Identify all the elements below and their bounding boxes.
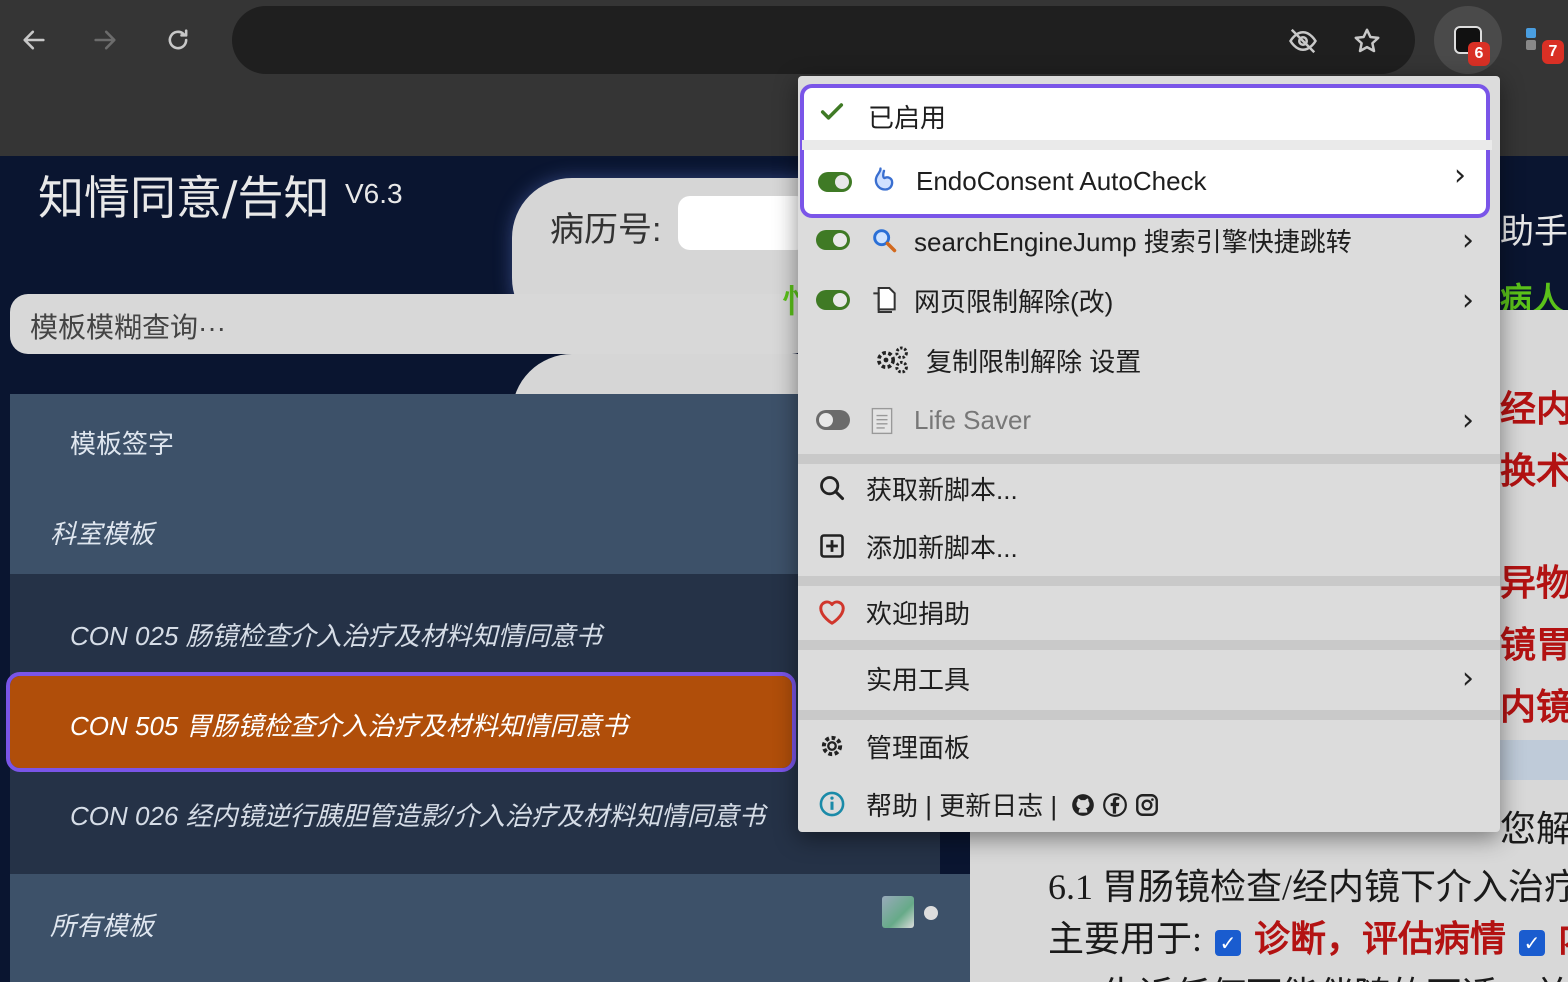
script-name-endoconsent[interactable]: EndoConsent AutoCheck	[916, 166, 1207, 197]
doc-line-main-use: 主要用于: ✓ 诊断，评估病情 ✓ 内	[1048, 910, 1568, 962]
forward-button[interactable]	[85, 20, 125, 60]
all-templates-label: 所有模板	[50, 911, 155, 941]
reload-button[interactable]	[158, 20, 198, 60]
menu-label: 欢迎捐助	[866, 598, 971, 629]
enabled-label[interactable]: 已启用	[868, 98, 946, 135]
menu-script-unlock[interactable]: 网页限制解除(改) ›	[798, 274, 1500, 326]
script-name: searchEngineJump 搜索引擎快捷跳转	[914, 226, 1352, 257]
doc-fragment: 异物才	[1500, 563, 1568, 603]
menu-item-donate[interactable]: 欢迎捐助	[798, 586, 1500, 638]
help-changelog-label[interactable]: 帮助 | 更新日志 |	[866, 786, 1057, 823]
stomach-icon	[870, 164, 902, 196]
doc-fragment: 换术	[1500, 451, 1568, 491]
checkmark-icon	[818, 98, 850, 130]
reload-icon	[168, 29, 188, 50]
menu-label: 实用工具	[866, 664, 971, 695]
highlight-annotation: 已启用 EndoConsent AutoCheck ›	[800, 84, 1492, 218]
menu-divider	[798, 576, 1500, 586]
main-use-tail: 内	[1558, 919, 1568, 959]
chevron-right-icon: ›	[1462, 222, 1474, 258]
menu-label: 添加新脚本...	[866, 532, 1018, 563]
menu-label: 复制限制解除 设置	[926, 346, 1142, 377]
gear-icon	[816, 730, 848, 762]
template-item-label: CON 505 胃肠镜检查介入治疗及材料知情同意书	[70, 711, 628, 741]
menu-script-searchenginejump[interactable]: searchEngineJump 搜索引擎快捷跳转 ›	[798, 214, 1500, 266]
facebook-icon[interactable]	[1102, 792, 1128, 818]
page-title: 知情同意/告知	[38, 171, 330, 225]
copy-document-icon	[866, 282, 902, 318]
template-item-con026[interactable]: CON 026 经内镜逆行胰胆管造影/介入治疗及材料知情同意书	[70, 796, 765, 833]
doc-fragment: 镜胃源	[1500, 625, 1568, 665]
menu-divider	[798, 640, 1500, 650]
star-icon[interactable]	[1350, 24, 1384, 58]
menu-item-copy-unlock-settings[interactable]: 复制限制解除 设置	[798, 334, 1500, 386]
chevron-right-icon: ›	[1462, 402, 1474, 438]
tampermonkey-extension-button[interactable]: 6	[1434, 6, 1502, 74]
github-icon[interactable]	[1070, 792, 1096, 818]
doc-line-6-2: 6.2 告诉任何可能伴随的不适，并	[1048, 966, 1568, 982]
gears-icon	[874, 344, 910, 376]
script-toggle[interactable]	[816, 290, 850, 310]
eye-slash-icon[interactable]	[1286, 24, 1320, 58]
menu-divider	[802, 140, 1492, 150]
chevron-right-icon: ›	[1454, 158, 1466, 193]
script-name: Life Saver	[914, 404, 1032, 435]
arrow-right-icon	[94, 30, 116, 50]
script-toggle[interactable]	[816, 410, 850, 430]
document-icon	[870, 406, 894, 436]
template-search-input[interactable]: 模板模糊查询···	[10, 294, 810, 354]
sidebar-item-template-sign[interactable]: 模板签字	[70, 424, 174, 461]
arrow-left-icon	[23, 30, 45, 50]
menu-label: 管理面板	[866, 732, 971, 763]
info-icon	[816, 788, 848, 820]
search-icon	[816, 472, 848, 504]
magnifier-icon	[868, 224, 900, 256]
doc-fragment: 内镜吸	[1500, 687, 1568, 727]
menu-item-add-new-script[interactable]: 添加新脚本...	[798, 520, 1500, 572]
sidebar-item-dept-templates[interactable]: 科室模板	[50, 514, 154, 551]
doc-fragment: 您解	[1500, 809, 1568, 849]
extension-icon[interactable]	[1522, 26, 1544, 54]
address-bar[interactable]	[232, 6, 1415, 74]
mrn-label: 病历号:	[550, 211, 662, 249]
template-item-con025[interactable]: CON 025 肠镜检查介入治疗及材料知情同意书	[70, 616, 602, 653]
chevron-right-icon: ›	[1462, 660, 1474, 696]
extension-badge: 7	[1542, 40, 1564, 64]
menu-divider	[798, 710, 1500, 720]
highlight-block	[1500, 740, 1568, 780]
assistant-title-fragment: 助手	[1500, 213, 1568, 251]
status-dot	[924, 906, 938, 920]
script-count-badge: 6	[1468, 42, 1490, 66]
menu-label: 获取新脚本...	[866, 474, 1018, 505]
mrn-input[interactable]	[678, 196, 808, 250]
main-use-label: 主要用于:	[1048, 919, 1203, 959]
template-item-con505-selected[interactable]: CON 505 胃肠镜检查介入治疗及材料知情同意书	[6, 672, 796, 772]
checkbox-diagnose[interactable]: ✓	[1215, 929, 1242, 956]
doc-fragment: 经内镜	[1500, 389, 1568, 429]
instagram-icon[interactable]	[1134, 792, 1160, 818]
menu-item-help[interactable]: 帮助 | 更新日志 |	[798, 778, 1500, 830]
back-button[interactable]	[14, 20, 54, 60]
all-templates-section[interactable]: 所有模板	[10, 874, 970, 982]
menu-script-lifesaver[interactable]: Life Saver ›	[798, 394, 1500, 446]
script-name: 网页限制解除(改)	[914, 286, 1114, 317]
doc-line-6-1: 6.1 胃肠镜检查/经内镜下介入治疗	[1048, 867, 1568, 907]
checkbox-internal[interactable]: ✓	[1519, 929, 1546, 956]
heart-icon	[816, 596, 848, 628]
version-label: V6.3	[345, 178, 403, 209]
menu-item-utilities[interactable]: 实用工具 ›	[798, 652, 1500, 704]
plus-square-icon	[816, 530, 848, 562]
main-use-diagnose: 诊断，评估病情	[1254, 919, 1507, 959]
script-toggle[interactable]	[818, 172, 852, 192]
script-toggle[interactable]	[816, 230, 850, 250]
menu-item-get-new-scripts[interactable]: 获取新脚本...	[798, 462, 1500, 514]
chevron-right-icon: ›	[1462, 282, 1474, 318]
broken-image-icon	[882, 896, 914, 928]
menu-item-dashboard[interactable]: 管理面板	[798, 720, 1500, 772]
